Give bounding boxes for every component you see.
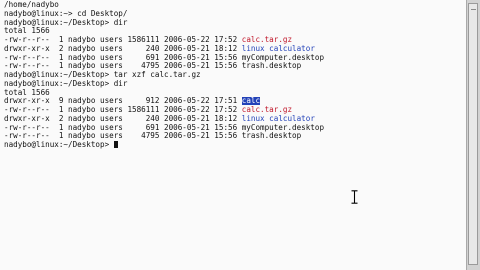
line-text: -rw-r--r-- 1 nadybo users 691 2006-05-21… [4,53,325,62]
directory-name: linux calculator [241,114,315,123]
terminal-line-dir-command: nadybo@linux:~/Desktop> dir [4,19,464,28]
terminal-prompt-line[interactable]: nadybo@linux:~/Desktop> [4,141,464,150]
line-text: total 1566 [4,27,50,36]
terminal-line-total: total 1566 [4,89,464,98]
line-text: nadybo@linux:~/Desktop> tar xzf calc.tar… [4,71,201,79]
file-listing-row: -rw-r--r-- 1 nadybo users 691 2006-05-21… [4,54,464,63]
i-beam-cursor-icon [351,190,358,204]
scrollbar-thumb[interactable] [468,3,478,265]
terminal-output[interactable]: /home/nadybo nadybo@linux:~> cd Desktop/… [4,1,464,150]
file-listing-row: -rw-r--r-- 1 nadybo users 691 2006-05-21… [4,124,464,133]
line-text: -rw-r--r-- 1 nadybo users 4795 2006-05-2… [4,62,302,71]
line-text: -rw-r--r-- 1 nadybo users 691 2006-05-21… [4,123,325,132]
line-text: /home/nadybo [4,1,59,9]
file-listing-row: -rw-r--r-- 1 nadybo users 1586111 2006-0… [4,36,464,45]
selected-directory-name[interactable]: calc [241,97,261,106]
desktop: /home/nadybo nadybo@linux:~> cd Desktop/… [0,0,480,270]
terminal-window[interactable]: /home/nadybo nadybo@linux:~> cd Desktop/… [0,0,466,270]
line-text: nadybo@linux:~/Desktop> dir [4,18,128,27]
line-text: -rw-r--r-- 1 nadybo users 4795 2006-05-2… [4,132,302,141]
line-text: total 1566 [4,88,50,97]
terminal-line-tar-command: nadybo@linux:~/Desktop> tar xzf calc.tar… [4,71,464,80]
line-text: nadybo@linux:~> cd Desktop/ [4,9,128,18]
terminal-line-dir-command: nadybo@linux:~/Desktop> dir [4,80,464,89]
file-listing-row: -rw-r--r-- 1 nadybo users 4795 2006-05-2… [4,62,464,71]
vertical-scrollbar[interactable] [466,0,480,270]
directory-name: linux calculator [241,44,315,53]
terminal-line-cwd: /home/nadybo [4,1,464,10]
line-text: drwxr-xr-x 2 nadybo users 240 2006-05-21… [4,44,242,53]
line-text: -rw-r--r-- 1 nadybo users 1586111 2006-0… [4,36,242,44]
file-listing-row: -rw-r--r-- 1 nadybo users 1586111 2006-0… [4,106,464,115]
terminal-line-total: total 1566 [4,27,464,36]
file-listing-row: drwxr-xr-x 9 nadybo users 912 2006-05-22… [4,97,464,106]
prompt-text: nadybo@linux:~/Desktop> [4,141,114,149]
line-text: drwxr-xr-x 2 nadybo users 240 2006-05-21… [4,114,242,123]
file-listing-row: drwxr-xr-x 2 nadybo users 240 2006-05-21… [4,115,464,124]
line-text: drwxr-xr-x 9 nadybo users 912 2006-05-22… [4,97,242,106]
text-cursor-icon [113,141,118,148]
archive-filename: calc.tar.gz [241,106,293,114]
archive-filename: calc.tar.gz [241,36,293,44]
scrollbar-grip-line [471,9,476,10]
file-listing-row: -rw-r--r-- 1 nadybo users 4795 2006-05-2… [4,132,464,141]
line-text: nadybo@linux:~/Desktop> dir [4,79,128,88]
terminal-line-cd-command: nadybo@linux:~> cd Desktop/ [4,10,464,19]
line-text: -rw-r--r-- 1 nadybo users 1586111 2006-0… [4,106,242,114]
file-listing-row: drwxr-xr-x 2 nadybo users 240 2006-05-21… [4,45,464,54]
